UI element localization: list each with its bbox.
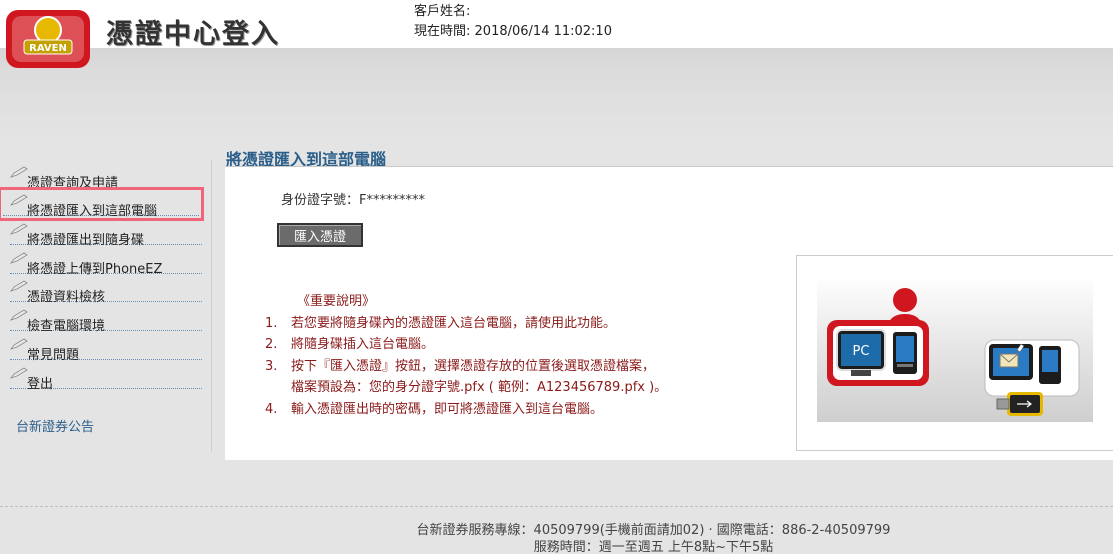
customer-name-label: 客戶姓名: xyxy=(414,4,471,19)
id-number-row: 身份證字號：F********* xyxy=(281,189,425,208)
illustration-background: PC xyxy=(817,280,1093,422)
pc-label: PC xyxy=(853,344,870,359)
current-time-label: 現在時間: xyxy=(414,24,471,39)
sidebar-item-upload-phoneez[interactable]: 將憑證上傳到PhoneEZ xyxy=(10,250,202,277)
note-number: 3. xyxy=(265,358,278,374)
current-time-value: 2018/06/14 11:02:10 xyxy=(474,24,612,39)
note-number: 4. xyxy=(265,401,278,417)
sidebar-item-data-check[interactable]: 憑證資料檢核 xyxy=(10,278,202,305)
note-text: 按下『匯入憑證』按鈕，選擇憑證存放的位置後選取憑證檔案， xyxy=(291,358,656,374)
footer-service-hours: 服務時間：週一至週五 上午8點~下午5點 xyxy=(533,540,774,554)
note-continuation: 檔案預設為：您的身分證字號.pfx ( 範例：A123456789.pfx )。 xyxy=(291,380,668,395)
sidebar-item-label: 將憑證匯出到隨身碟 xyxy=(27,233,145,248)
important-notes: 《重要說明》 1. 若您要將隨身碟內的憑證匯入這台電腦，請使用此功能。 2. 將隨身… xyxy=(261,291,667,420)
note-text: 若您要將隨身碟內的憑證匯入這台電腦，請使用此功能。 xyxy=(291,315,617,331)
sidebar-item-certificate-query[interactable]: 憑證查詢及申請 xyxy=(10,164,202,191)
main-panel: 身份證字號：F********* 匯入憑證 《重要說明》 1. 若您要將隨身碟內的… xyxy=(225,166,1113,460)
sidebar-item-label: 憑證資料檢核 xyxy=(27,290,106,305)
sidebar-item-label: 登出 xyxy=(27,377,54,392)
import-certificate-button[interactable]: 匯入憑證 xyxy=(277,223,363,247)
list-item: 4. 輸入憑證匯出時的密碼，即可將憑證匯入到這台電腦。 xyxy=(261,399,667,421)
sidebar-item-faq[interactable]: 常見問題 xyxy=(10,336,202,363)
pen-icon xyxy=(10,252,28,264)
list-item: 1. 若您要將隨身碟內的憑證匯入這台電腦，請使用此功能。 xyxy=(261,313,667,335)
pen-icon xyxy=(10,194,28,206)
note-text: 輸入憑證匯出時的密碼，即可將憑證匯入到這台電腦。 xyxy=(291,401,604,417)
id-number-label: 身份證字號： xyxy=(281,193,360,208)
pen-icon xyxy=(10,309,28,321)
note-number: 2. xyxy=(265,337,278,352)
sidebar-item-check-environment[interactable]: 檢查電腦環境 xyxy=(10,307,202,334)
list-item: 3. 按下『匯入憑證』按鈕，選擇憑證存放的位置後選取憑證檔案， xyxy=(261,356,667,378)
sidebar-item-export-certificate[interactable]: 將憑證匯出到隨身碟 xyxy=(10,221,202,248)
logo: RAVEN 憑證中心登入 xyxy=(0,0,300,68)
sidebar-item-logout[interactable]: 登出 xyxy=(10,365,202,392)
pc-icon: PC xyxy=(827,320,929,386)
news-link[interactable]: 台新證券公告 xyxy=(16,416,94,435)
current-time-row: 現在時間: 2018/06/14 11:02:10 xyxy=(414,22,612,42)
list-item: 2. 將隨身碟插入這台電腦。 xyxy=(261,334,667,356)
note-text: 將隨身碟插入這台電腦。 xyxy=(291,337,435,352)
sidebar-item-label: 將憑證上傳到PhoneEZ xyxy=(27,262,163,277)
import-diagram: PC xyxy=(827,288,1080,416)
sidebar-item-import-certificate[interactable]: 將憑證匯入到這部電腦 xyxy=(0,187,204,221)
id-number-value: F********* xyxy=(359,193,425,208)
illustration: PC xyxy=(796,255,1113,451)
pen-icon xyxy=(10,338,28,350)
customer-name-row: 客戶姓名: xyxy=(414,2,612,22)
sidebar-item-label: 常見問題 xyxy=(27,348,80,363)
sidebar-item-label: 將憑證匯入到這部電腦 xyxy=(27,204,158,219)
pen-icon xyxy=(10,166,28,178)
pen-icon xyxy=(10,223,28,235)
sidebar: 憑證查詢及申請 將憑證匯入到這部電腦 將憑證匯出到隨身碟 將憑證上傳到Phone… xyxy=(0,160,212,452)
sidebar-item-label: 憑證查詢及申請 xyxy=(27,176,119,191)
footer: 台新證券服務專線：40509799(手機前面請加02) · 國際電話：886-2… xyxy=(0,506,1113,554)
header: RAVEN 憑證中心登入 客戶姓名: 現在時間: 2018/06/14 11:0… xyxy=(0,0,1113,68)
logo-badge-text: RAVEN xyxy=(29,43,67,54)
app-title: 憑證中心登入 xyxy=(106,19,280,50)
sidebar-item-label: 檢查電腦環境 xyxy=(27,319,106,334)
pen-icon xyxy=(10,280,28,292)
logo-badge-icon: RAVEN xyxy=(6,10,90,68)
pc-icon xyxy=(984,339,1080,397)
notes-title: 《重要說明》 xyxy=(297,294,376,309)
note-number: 1. xyxy=(265,315,278,331)
header-info: 客戶姓名: 現在時間: 2018/06/14 11:02:10 xyxy=(414,2,612,42)
pen-icon xyxy=(10,367,28,379)
